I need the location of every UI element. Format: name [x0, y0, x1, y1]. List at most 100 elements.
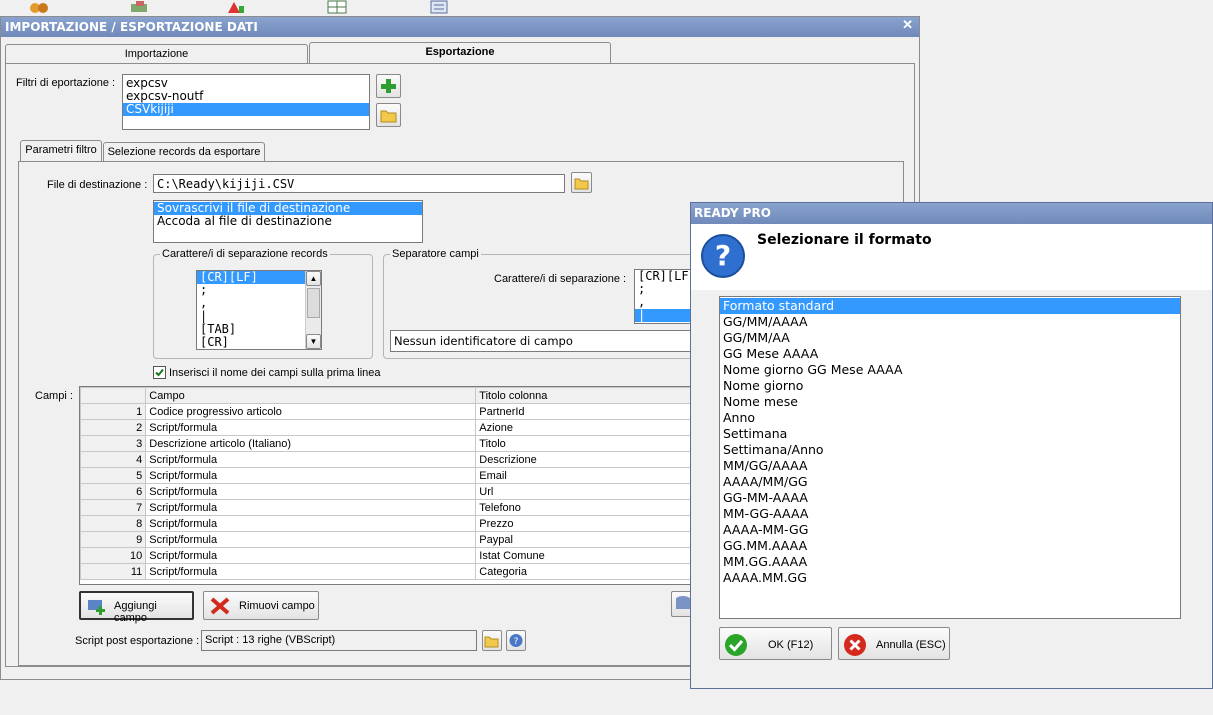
tab-label: Importazione: [124, 48, 189, 60]
ok-label: OK (F12): [768, 639, 814, 651]
record-sep-item[interactable]: [CR]: [197, 336, 321, 349]
remove-field-button[interactable]: Rimuovi campo: [203, 591, 319, 620]
cell-titolo[interactable]: Descrizione: [475, 451, 694, 468]
header-checkbox[interactable]: [153, 366, 166, 379]
format-option[interactable]: MM-GG-AAAA: [720, 506, 1180, 522]
cell-campo[interactable]: Script/formula: [145, 563, 477, 580]
format-option[interactable]: Anno: [720, 410, 1180, 426]
cell-campo[interactable]: Script/formula: [145, 531, 477, 548]
cell-campo[interactable]: Script/formula: [145, 419, 477, 436]
format-option[interactable]: Formato standard: [720, 298, 1180, 314]
remove-field-label: Rimuovi campo: [239, 600, 315, 612]
format-option[interactable]: GG.MM.AAAA: [720, 538, 1180, 554]
filter-item-selected[interactable]: CSVkijiji: [123, 103, 369, 116]
cell-campo[interactable]: Script/formula: [145, 547, 477, 564]
table-row[interactable]: 11 Script/formula Categoria: [80, 563, 694, 580]
format-option[interactable]: MM/GG/AAAA: [720, 458, 1180, 474]
cell-titolo[interactable]: Categoria: [475, 563, 694, 580]
write-mode-list[interactable]: Sovrascrivi il file di destinazione Acco…: [153, 200, 423, 243]
cell-titolo[interactable]: Telefono: [475, 499, 694, 516]
scroll-up-icon[interactable]: ▲: [306, 271, 321, 286]
field-identifier-select[interactable]: Nessun identificatore di campo: [390, 330, 714, 352]
format-option[interactable]: GG/MM/AA: [720, 330, 1180, 346]
table-row[interactable]: 1 Codice progressivo articolo PartnerId: [80, 403, 694, 420]
ok-button[interactable]: OK (F12): [719, 627, 832, 660]
cell-campo[interactable]: Script/formula: [145, 499, 477, 516]
cell-titolo[interactable]: Titolo: [475, 435, 694, 452]
format-option[interactable]: Nome giorno GG Mese AAAA: [720, 362, 1180, 378]
add-filter-button[interactable]: [376, 74, 401, 98]
open-filter-button[interactable]: [376, 103, 401, 127]
format-option[interactable]: MM.GG.AAAA: [720, 554, 1180, 570]
row-number: 6: [80, 483, 147, 500]
add-field-icon: [88, 600, 105, 615]
subtab-parametri-filtro[interactable]: Parametri filtro: [20, 140, 102, 162]
cell-titolo[interactable]: Prezzo: [475, 515, 694, 532]
report-icon[interactable]: [428, 0, 450, 14]
chart-icon[interactable]: [225, 0, 247, 14]
format-option[interactable]: GG Mese AAAA: [720, 346, 1180, 362]
format-option[interactable]: AAAA-MM-GG: [720, 522, 1180, 538]
filters-list[interactable]: expcsv expcsv-noutf CSVkijiji: [122, 74, 370, 130]
scroll-thumb[interactable]: [307, 288, 320, 318]
format-option[interactable]: Settimana: [720, 426, 1180, 442]
scroll-down-icon[interactable]: ▼: [306, 334, 321, 349]
record-sep-item[interactable]: ;: [197, 284, 321, 297]
record-sep-scrollbar[interactable]: ▲ ▼: [305, 271, 321, 349]
table-row[interactable]: 6 Script/formula Url: [80, 483, 694, 500]
tab-importazione[interactable]: Importazione: [5, 44, 308, 64]
write-mode-append[interactable]: Accoda al file di destinazione: [154, 215, 422, 228]
cart-icon[interactable]: [128, 0, 150, 14]
tab-esportazione[interactable]: Esportazione: [309, 42, 611, 64]
cell-titolo[interactable]: Azione: [475, 419, 694, 436]
table-row[interactable]: 3 Descrizione articolo (Italiano) Titolo: [80, 435, 694, 452]
post-script-label: Script post esportazione :: [75, 635, 200, 647]
cell-campo[interactable]: Script/formula: [145, 451, 477, 468]
table-row[interactable]: 9 Script/formula Paypal: [80, 531, 694, 548]
record-sep-item[interactable]: [CR][LF]: [197, 271, 305, 284]
browse-destination-button[interactable]: [571, 172, 592, 193]
edit-script-button[interactable]: [482, 630, 502, 651]
cell-titolo[interactable]: Paypal: [475, 531, 694, 548]
cell-titolo[interactable]: Email: [475, 467, 694, 484]
record-separator-list[interactable]: [CR][LF] ; , | [TAB] [CR] ▲ ▼: [196, 270, 322, 350]
cell-campo[interactable]: Descrizione articolo (Italiano): [145, 435, 477, 452]
script-help-button[interactable]: ?: [506, 630, 526, 651]
cell-campo[interactable]: Script/formula: [145, 467, 477, 484]
cell-titolo[interactable]: Istat Comune: [475, 547, 694, 564]
cell-titolo[interactable]: PartnerId: [475, 403, 694, 420]
cell-titolo[interactable]: Url: [475, 483, 694, 500]
cell-campo[interactable]: Script/formula: [145, 483, 477, 500]
format-option[interactable]: Nome giorno: [720, 378, 1180, 394]
format-option[interactable]: GG/MM/AAAA: [720, 314, 1180, 330]
format-option[interactable]: Nome mese: [720, 394, 1180, 410]
subtab-selezione-records[interactable]: Selezione records da esportare: [103, 142, 265, 162]
table-row[interactable]: 4 Script/formula Descrizione: [80, 451, 694, 468]
table-row[interactable]: 2 Script/formula Azione: [80, 419, 694, 436]
check-icon: [155, 368, 164, 377]
destination-input[interactable]: C:\Ready\kijiji.CSV: [153, 174, 565, 193]
close-icon[interactable]: ✕: [902, 17, 913, 33]
cell-campo[interactable]: Script/formula: [145, 515, 477, 532]
table-row[interactable]: 8 Script/formula Prezzo: [80, 515, 694, 532]
add-field-button[interactable]: Aggiungi campo: [79, 591, 194, 624]
table-row[interactable]: 5 Script/formula Email: [80, 467, 694, 484]
format-option[interactable]: Settimana/Anno: [720, 442, 1180, 458]
table-row[interactable]: 10 Script/formula Istat Comune: [80, 547, 694, 564]
users-icon[interactable]: [28, 0, 50, 14]
post-script-field[interactable]: Script : 13 righe (VBScript): [201, 630, 477, 651]
dialog-question: Selezionare il formato: [757, 232, 932, 248]
column-header-titolo[interactable]: Titolo colonna: [475, 387, 694, 404]
table-row[interactable]: 7 Script/formula Telefono: [80, 499, 694, 516]
cell-campo[interactable]: Codice progressivo articolo: [145, 403, 477, 420]
row-number: 7: [80, 499, 147, 516]
record-sep-item[interactable]: ,: [197, 297, 321, 310]
column-header-campo[interactable]: Campo: [145, 387, 477, 404]
fields-grid[interactable]: Campo Titolo colonna 1 Codice progressivo…: [79, 386, 695, 585]
format-option[interactable]: AAAA/MM/GG: [720, 474, 1180, 490]
cancel-button[interactable]: Annulla (ESC): [838, 627, 950, 660]
grid-icon[interactable]: [326, 0, 348, 14]
format-option[interactable]: GG-MM-AAAA: [720, 490, 1180, 506]
format-list[interactable]: Formato standard GG/MM/AAAA GG/MM/AA GG Mes…: [719, 296, 1181, 619]
format-option[interactable]: AAAA.MM.GG: [720, 570, 1180, 586]
